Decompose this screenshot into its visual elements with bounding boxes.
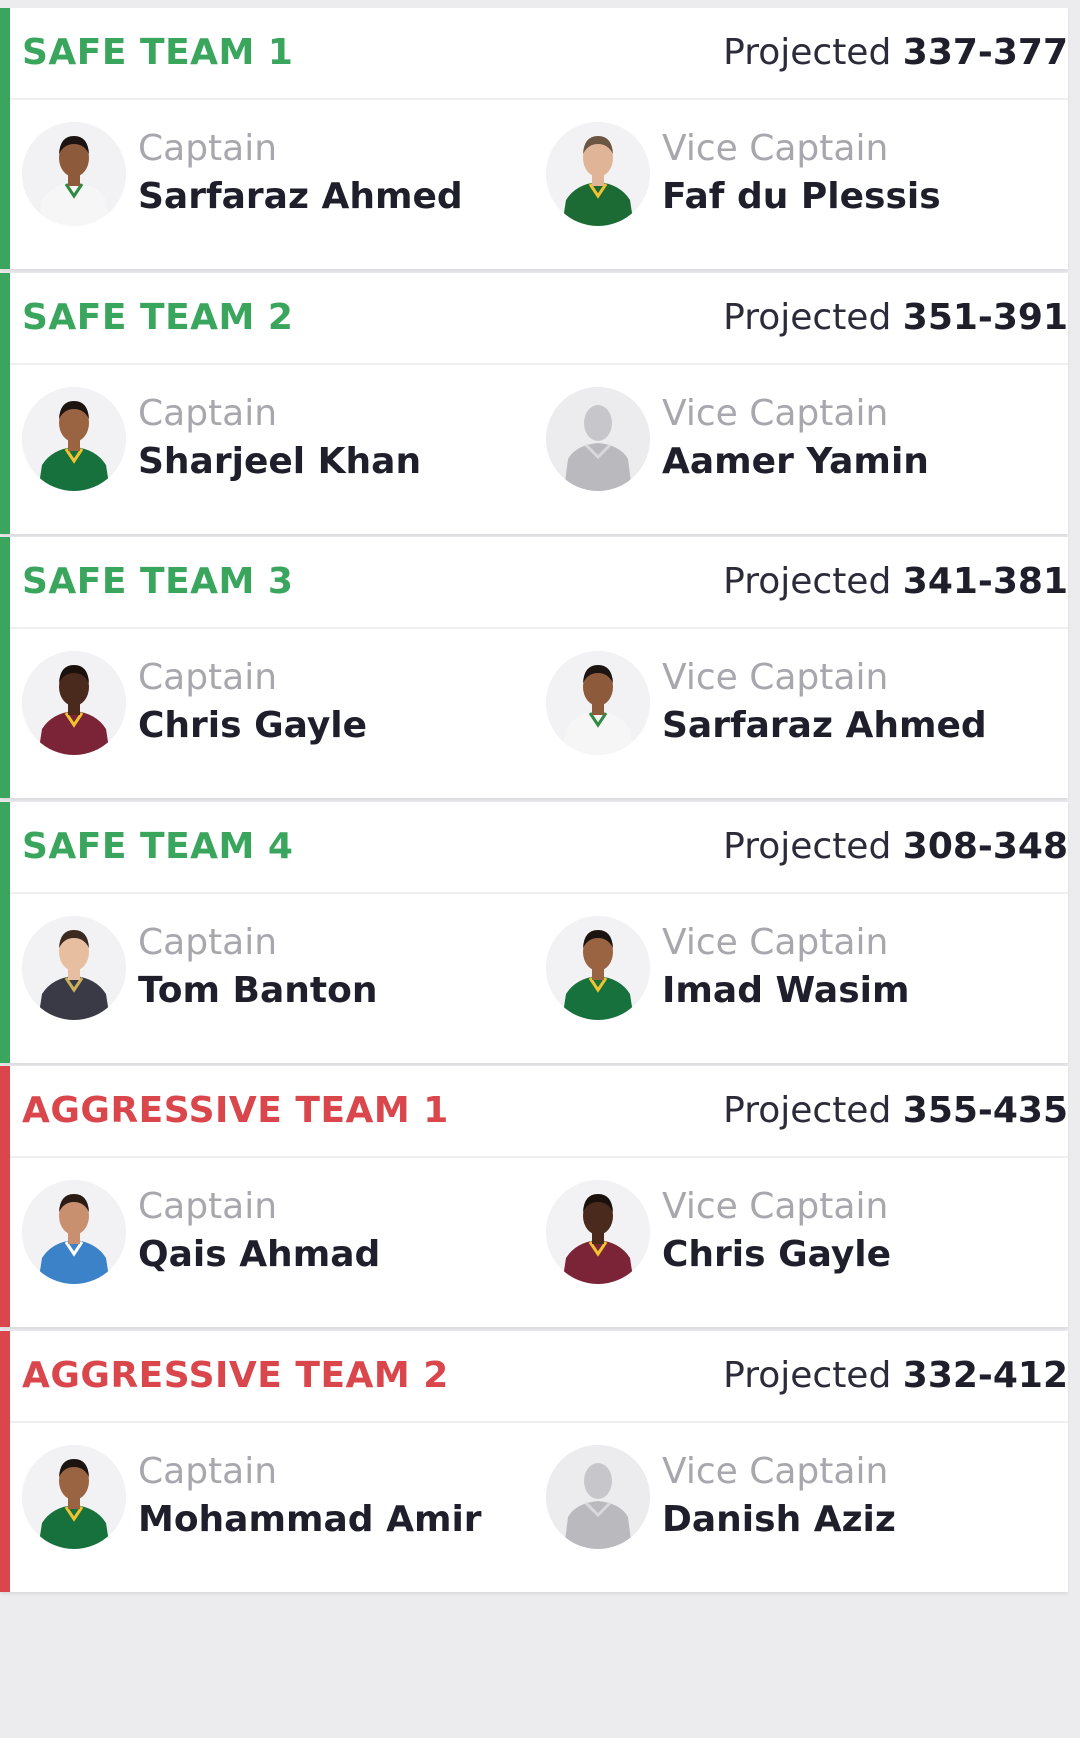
captain-name: Chris Gayle — [138, 705, 368, 746]
vice-captain-name: Chris Gayle — [662, 1234, 892, 1275]
projected-label: Projected — [723, 32, 892, 73]
team-name: SAFE TEAM 2 — [22, 297, 294, 338]
team-type-stripe — [0, 8, 10, 269]
projected-score: Projected 351-391 — [723, 297, 1068, 338]
team-card-header: SAFE TEAM 1 Projected 337-377 — [10, 8, 1068, 100]
team-card-header: AGGRESSIVE TEAM 1 Projected 355-435 — [10, 1066, 1068, 1158]
captain-role-label: Captain — [138, 1451, 278, 1492]
team-card[interactable]: AGGRESSIVE TEAM 2 Projected 332-412 Captai… — [0, 1331, 1068, 1592]
player-avatar — [546, 1180, 650, 1284]
captain-name: Qais Ahmad — [138, 1234, 381, 1275]
team-card[interactable]: SAFE TEAM 2 Projected 351-391 Captain Sharj… — [0, 273, 1068, 534]
projected-label: Projected — [723, 826, 892, 867]
team-type-stripe — [0, 537, 10, 798]
team-card[interactable]: AGGRESSIVE TEAM 1 Projected 355-435 Captai… — [0, 1066, 1068, 1327]
team-name: AGGRESSIVE TEAM 1 — [22, 1090, 449, 1131]
player-avatar — [22, 916, 126, 1020]
team-card-header: SAFE TEAM 2 Projected 351-391 — [10, 273, 1068, 365]
vice-captain-role-label: Vice Captain — [662, 393, 889, 434]
captain-role-label: Captain — [138, 393, 278, 434]
projected-label: Projected — [723, 561, 892, 602]
team-name: SAFE TEAM 4 — [22, 826, 294, 867]
team-card-body: Captain Mohammad Amir Vice Captain Danish A… — [10, 1423, 1068, 1592]
projected-score: Projected 355-435 — [723, 1090, 1068, 1131]
player-avatar — [22, 387, 126, 491]
captain-name: Sharjeel Khan — [138, 441, 422, 482]
team-type-stripe — [0, 1066, 10, 1327]
team-type-stripe — [0, 273, 10, 534]
projected-value: 351-391 — [902, 297, 1068, 338]
projected-label: Projected — [723, 1090, 892, 1131]
projected-score: Projected 308-348 — [723, 826, 1068, 867]
team-card-body: Captain Tom Banton Vice Captain Imad Wasim — [10, 894, 1068, 1063]
vice-captain-name: Imad Wasim — [662, 970, 910, 1011]
captain-name: Mohammad Amir — [138, 1499, 482, 1540]
captain-role-label: Captain — [138, 1186, 278, 1227]
projected-value: 355-435 — [902, 1090, 1068, 1131]
player-avatar — [546, 651, 650, 755]
player-avatar — [22, 122, 126, 226]
vice-captain-role-label: Vice Captain — [662, 1451, 889, 1492]
captain-role-label: Captain — [138, 657, 278, 698]
team-type-stripe — [0, 802, 10, 1063]
team-type-stripe — [0, 1331, 10, 1592]
vice-captain-role-label: Vice Captain — [662, 128, 889, 169]
captain-name: Tom Banton — [138, 970, 378, 1011]
captain-role-label: Captain — [138, 922, 278, 963]
team-name: SAFE TEAM 1 — [22, 32, 294, 73]
vice-captain-name: Sarfaraz Ahmed — [662, 705, 987, 746]
projected-label: Projected — [723, 297, 892, 338]
team-card[interactable]: SAFE TEAM 1 Projected 337-377 Captain Sarfa… — [0, 8, 1068, 269]
team-card-body: Captain Sharjeel Khan Vice Captain Aamer Ya… — [10, 365, 1068, 534]
vice-captain-name: Danish Aziz — [662, 1499, 896, 1540]
team-card-header: SAFE TEAM 3 Projected 341-381 — [10, 537, 1068, 629]
vice-captain-role-label: Vice Captain — [662, 1186, 889, 1227]
team-card-header: AGGRESSIVE TEAM 2 Projected 332-412 — [10, 1331, 1068, 1423]
projected-score: Projected 332-412 — [723, 1355, 1068, 1396]
player-avatar — [22, 1180, 126, 1284]
player-avatar — [22, 651, 126, 755]
vice-captain-role-label: Vice Captain — [662, 657, 889, 698]
team-card[interactable]: SAFE TEAM 4 Projected 308-348 Captain Tom B… — [0, 802, 1068, 1063]
vice-captain-name: Aamer Yamin — [662, 441, 929, 482]
projected-value: 308-348 — [902, 826, 1068, 867]
vice-captain-name: Faf du Plessis — [662, 176, 941, 217]
team-card[interactable]: SAFE TEAM 3 Projected 341-381 Captain Chris… — [0, 537, 1068, 798]
projected-label: Projected — [723, 1355, 892, 1396]
player-avatar — [22, 1445, 126, 1549]
vice-captain-role-label: Vice Captain — [662, 922, 889, 963]
player-avatar — [546, 122, 650, 226]
projected-score: Projected 341-381 — [723, 561, 1068, 602]
team-card-body: Captain Qais Ahmad Vice Captain Chris Gayle — [10, 1158, 1068, 1327]
captain-role-label: Captain — [138, 128, 278, 169]
projected-value: 341-381 — [902, 561, 1068, 602]
team-name: AGGRESSIVE TEAM 2 — [22, 1355, 449, 1396]
team-name: SAFE TEAM 3 — [22, 561, 294, 602]
team-card-header: SAFE TEAM 4 Projected 308-348 — [10, 802, 1068, 894]
team-card-body: Captain Sarfaraz Ahmed Vice Captain Faf du … — [10, 100, 1068, 269]
player-avatar — [546, 916, 650, 1020]
projected-value: 332-412 — [902, 1355, 1068, 1396]
team-card-body: Captain Chris Gayle Vice Captain Sarfaraz A… — [10, 629, 1068, 798]
player-avatar — [546, 1445, 650, 1549]
projected-value: 337-377 — [902, 32, 1068, 73]
captain-name: Sarfaraz Ahmed — [138, 176, 463, 217]
player-avatar — [546, 387, 650, 491]
projected-score: Projected 337-377 — [723, 32, 1068, 73]
